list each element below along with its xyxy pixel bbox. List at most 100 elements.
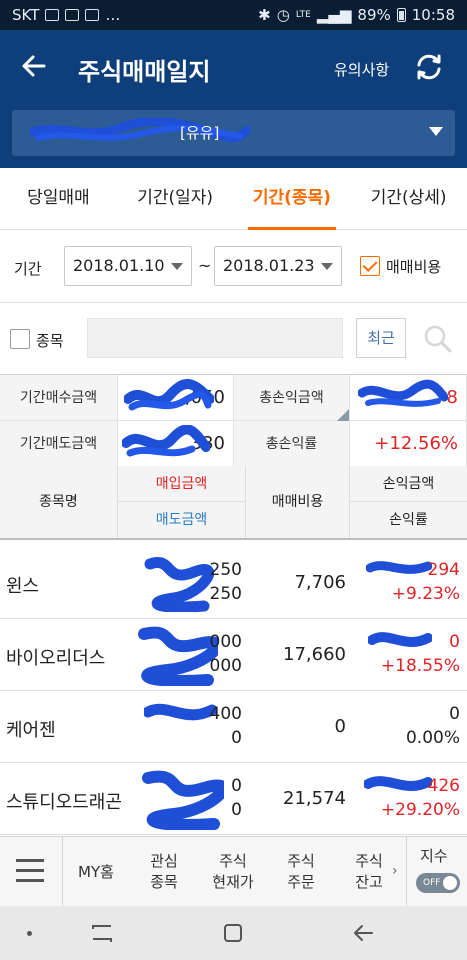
buy-amount: 400 xyxy=(209,704,242,724)
start-date-select[interactable]: 2018.01.10 xyxy=(64,246,192,286)
app-header: 주식매매일지 유의사항 [유유] xyxy=(0,30,467,168)
fee-amount: 7,706 xyxy=(294,572,346,593)
search-icon xyxy=(424,325,452,353)
buy-amount-value: ,050 xyxy=(118,375,234,421)
column-sell-amount: 매도금액 xyxy=(118,502,246,538)
nav-balance[interactable]: 주식 잔고 xyxy=(340,837,398,907)
redacted-scribble xyxy=(358,379,448,407)
total-rate-value: +12.56% xyxy=(350,421,467,467)
carrier-label: SKT xyxy=(12,6,40,24)
tab-bar: 당일매매 기간(일자) 기간(종목) 기간(상세) xyxy=(0,168,467,230)
chevron-right-icon[interactable]: › xyxy=(392,863,398,879)
divider xyxy=(406,837,407,907)
tab-period-detail[interactable]: 기간(상세) xyxy=(350,168,467,229)
buy-amount-label: 기간매수금액 xyxy=(0,375,118,421)
date-separator: ~ xyxy=(198,256,212,275)
index-toggle[interactable]: OFF xyxy=(416,873,460,893)
buy-amount: 250 xyxy=(209,560,242,580)
table-row[interactable]: 스튜디오드래곤 0 0 21,574 426 +29.20% xyxy=(0,764,467,835)
pl-amount: 426 xyxy=(427,776,460,796)
dropdown-caret-icon xyxy=(429,127,443,136)
start-date-value: 2018.01.10 xyxy=(73,256,165,275)
refresh-button[interactable] xyxy=(412,50,446,84)
tab-period-date[interactable]: 기간(일자) xyxy=(117,168,234,229)
arrow-left-icon xyxy=(22,55,46,77)
back-button[interactable] xyxy=(18,50,50,82)
search-button[interactable] xyxy=(423,324,453,354)
index-label: 지수 xyxy=(420,847,448,865)
divider xyxy=(0,302,467,303)
more-notifications-icon: … xyxy=(105,6,121,24)
system-nav-bar xyxy=(0,906,467,960)
hamburger-icon xyxy=(16,879,44,882)
nav-my-home[interactable]: MY홈 xyxy=(66,837,126,907)
fee-checkbox-label[interactable]: 매매비용 xyxy=(386,256,441,277)
sell-amount: 250 xyxy=(209,584,242,604)
stock-search-input[interactable] xyxy=(87,318,343,358)
nav-current-price[interactable]: 주식 현재가 xyxy=(202,837,264,907)
pl-amount: 294 xyxy=(427,560,460,580)
sell-amount: 000 xyxy=(209,656,242,676)
tab-period-stock[interactable]: 기간(종목) xyxy=(234,168,351,230)
pl-rate: +18.55% xyxy=(380,656,460,676)
notice-button[interactable]: 유의사항 xyxy=(334,59,389,80)
total-pl-label: 총손익금액 xyxy=(234,375,350,421)
sell-amount: 0 xyxy=(231,800,242,820)
back-nav-icon[interactable] xyxy=(352,922,376,944)
signal-icon: ▂▄▆ xyxy=(316,6,352,24)
stock-name: 바이오리더스 xyxy=(6,648,106,669)
period-label: 기간 xyxy=(14,260,42,278)
refresh-icon xyxy=(417,54,441,80)
pl-rate: +29.20% xyxy=(380,800,460,820)
stock-name: 스튜디오드래곤 xyxy=(6,792,122,813)
pl-rate: 0.00% xyxy=(405,728,460,748)
end-date-value: 2018.01.23 xyxy=(223,256,315,275)
hamburger-icon xyxy=(16,859,44,862)
corner-marker-icon xyxy=(337,409,349,421)
chevron-down-icon xyxy=(321,263,333,270)
summary-table: 기간매수금액 ,050 총손익금액 8 기간매도금액 ,330 총손익률 +12… xyxy=(0,374,467,467)
buy-amount: 0 xyxy=(231,776,242,796)
divider xyxy=(62,837,63,907)
notification-icon xyxy=(85,9,100,21)
menu-button[interactable] xyxy=(16,859,44,883)
bluetooth-icon: ✱ xyxy=(258,6,271,24)
notification-icon xyxy=(65,9,80,21)
status-bar: SKT … ✱ ◷ LTE ▂▄▆ 89% 10:58 xyxy=(0,0,467,30)
recent-apps-icon[interactable] xyxy=(90,923,114,945)
nav-order[interactable]: 주식 주문 xyxy=(272,837,330,907)
hamburger-icon xyxy=(16,869,44,872)
end-date-select[interactable]: 2018.01.23 xyxy=(214,246,342,286)
table-header: 종목명 매입금액 매도금액 매매비용 손익금액 손익률 xyxy=(0,466,467,540)
bottom-nav: MY홈 관심 종목 주식 현재가 주식 주문 주식 잔고 › 지수 OFF xyxy=(0,836,467,907)
buy-amount: 000 xyxy=(209,632,242,652)
nav-watchlist[interactable]: 관심 종목 xyxy=(134,837,194,907)
total-pl-value: 8 xyxy=(350,375,467,421)
clock: 10:58 xyxy=(411,6,455,24)
sell-amount-label: 기간매도금액 xyxy=(0,421,118,467)
tab-today[interactable]: 당일매매 xyxy=(0,168,117,229)
stock-checkbox-label[interactable]: 종목 xyxy=(36,330,64,351)
account-selector[interactable]: [유유] xyxy=(12,110,455,156)
table-row[interactable]: 바이오리더스 000 000 17,660 0 +18.55% xyxy=(0,620,467,691)
battery-icon xyxy=(396,8,406,22)
table-row[interactable]: 윈스 250 250 7,706 294 +9.23% xyxy=(0,548,467,619)
recent-button[interactable]: 최근 xyxy=(356,318,406,358)
period-filter: 기간 2018.01.10 ~ 2018.01.23 매매비용 xyxy=(0,236,467,298)
fee-checkbox[interactable] xyxy=(360,256,380,276)
network-label: LTE xyxy=(295,10,311,20)
fee-amount: 17,660 xyxy=(283,644,346,665)
stock-filter: 종목 최근 xyxy=(0,308,467,368)
sell-amount-value: ,330 xyxy=(118,421,234,467)
home-icon[interactable] xyxy=(222,922,244,944)
stock-checkbox[interactable] xyxy=(10,329,30,349)
dot-icon xyxy=(27,931,32,936)
fee-amount: 21,574 xyxy=(283,788,346,809)
chevron-down-icon xyxy=(171,263,183,270)
page-title: 주식매매일지 xyxy=(78,58,211,86)
table-row[interactable]: 케어젠 400 0 0 0 0.00% xyxy=(0,692,467,763)
sell-amount: 0 xyxy=(231,728,242,748)
alarm-icon: ◷ xyxy=(276,6,290,24)
account-name: [유유] xyxy=(180,124,220,142)
fee-amount: 0 xyxy=(334,716,346,737)
